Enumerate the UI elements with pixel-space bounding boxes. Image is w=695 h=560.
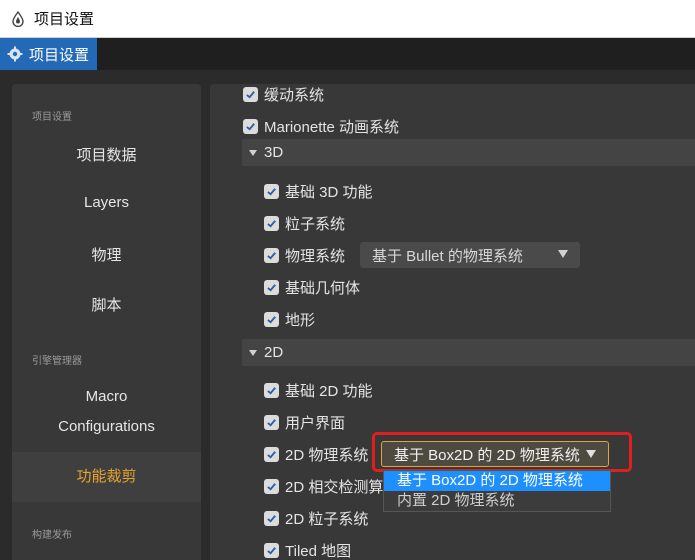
physics-3d-select[interactable]: 基于 Bullet 的物理系统 bbox=[360, 242, 580, 268]
sidebar-section-engine: 引擎管理器 bbox=[32, 356, 82, 367]
group-header-3d[interactable]: 3D bbox=[242, 139, 695, 166]
module-row[interactable]: 粒子系统 bbox=[264, 212, 345, 234]
checkbox-checked[interactable] bbox=[264, 478, 279, 494]
module-label: 2D 粒子系统 bbox=[285, 510, 369, 528]
checkbox-checked[interactable] bbox=[264, 414, 279, 430]
sidebar-item-project-data[interactable]: 项目数据 bbox=[12, 144, 201, 165]
module-label: 基础 3D 功能 bbox=[285, 183, 373, 201]
module-label: 粒子系统 bbox=[285, 215, 346, 233]
module-row[interactable]: 缓动系统 bbox=[243, 83, 324, 105]
checkbox-checked[interactable] bbox=[243, 86, 258, 102]
module-row[interactable]: Marionette 动画系统 bbox=[243, 115, 399, 137]
group-label: 2D bbox=[264, 344, 284, 361]
select-value: 基于 Bullet 的物理系统 bbox=[372, 247, 523, 265]
module-row[interactable]: 2D 相交检测算 bbox=[264, 475, 383, 497]
checkmark-icon bbox=[267, 418, 276, 427]
gear-icon bbox=[7, 46, 23, 62]
caret-down-icon bbox=[249, 349, 257, 356]
module-label: 地形 bbox=[285, 311, 316, 329]
dropdown-option[interactable]: 基于 Box2D 的 2D 物理系统 bbox=[384, 471, 610, 491]
dropdown-arrow-icon bbox=[586, 450, 596, 458]
checkbox-checked[interactable] bbox=[264, 183, 279, 199]
checkmark-icon bbox=[267, 482, 276, 491]
window-title: 项目设置 bbox=[34, 11, 95, 28]
module-label: 用户界面 bbox=[285, 414, 346, 432]
checkmark-icon bbox=[267, 219, 276, 228]
module-row[interactable]: 物理系统 bbox=[264, 244, 345, 266]
checkmark-icon bbox=[267, 251, 276, 260]
module-row[interactable]: 地形 bbox=[264, 308, 315, 330]
dropdown-option[interactable]: 内置 2D 物理系统 bbox=[384, 491, 610, 511]
checkmark-icon bbox=[267, 450, 276, 459]
tab-label: 项目设置 bbox=[29, 46, 90, 64]
sidebar-section-project: 项目设置 bbox=[32, 112, 72, 123]
module-row[interactable]: 2D 物理系统 bbox=[264, 443, 368, 465]
module-label: Marionette 动画系统 bbox=[264, 118, 400, 136]
tab-project-settings[interactable]: 项目设置 bbox=[0, 38, 97, 70]
group-header-2d[interactable]: 2D bbox=[242, 339, 695, 366]
physics-2d-select[interactable]: 基于 Box2D 的 2D 物理系统 bbox=[381, 441, 609, 467]
sidebar-item-layers[interactable]: Layers bbox=[12, 194, 201, 211]
module-row[interactable]: 2D 粒子系统 bbox=[264, 507, 368, 529]
checkbox-checked[interactable] bbox=[264, 510, 279, 526]
sidebar-item-label-line2: Configurations bbox=[58, 418, 155, 435]
group-label: 3D bbox=[264, 144, 284, 161]
module-label: 2D 相交检测算 bbox=[285, 478, 384, 496]
checkbox-checked[interactable] bbox=[264, 215, 279, 231]
checkbox-checked[interactable] bbox=[264, 382, 279, 398]
physics-2d-dropdown-menu: 基于 Box2D 的 2D 物理系统 内置 2D 物理系统 bbox=[383, 470, 611, 512]
caret-down-icon bbox=[249, 149, 257, 156]
checkmark-icon bbox=[267, 315, 276, 324]
module-label: 物理系统 bbox=[285, 247, 346, 265]
checkbox-checked[interactable] bbox=[264, 542, 279, 558]
checkmark-icon bbox=[267, 546, 276, 555]
checkmark-icon bbox=[267, 187, 276, 196]
module-row[interactable]: 用户界面 bbox=[264, 411, 345, 433]
module-row[interactable]: Tiled 地图 bbox=[264, 539, 351, 560]
module-label: 基础几何体 bbox=[285, 279, 361, 297]
module-row[interactable]: 基础 3D 功能 bbox=[264, 180, 373, 202]
tab-strip: 项目设置 bbox=[0, 38, 695, 70]
module-row[interactable]: 基础几何体 bbox=[264, 276, 360, 298]
sidebar-section-build: 构建发布 bbox=[32, 530, 72, 541]
window-titlebar: 项目设置 bbox=[0, 0, 695, 38]
checkmark-icon bbox=[246, 122, 255, 131]
module-row[interactable]: 基础 2D 功能 bbox=[264, 379, 373, 401]
sidebar-item-feature-cropping[interactable]: 功能裁剪 bbox=[12, 452, 201, 502]
sidebar-item-label: Macro bbox=[85, 388, 128, 405]
sidebar-item-physics[interactable]: 物理 bbox=[12, 244, 201, 265]
checkbox-checked[interactable] bbox=[264, 311, 279, 327]
dropdown-arrow-icon bbox=[558, 250, 568, 258]
sidebar-item-scripts[interactable]: 脚本 bbox=[12, 294, 201, 315]
checkmark-icon bbox=[267, 514, 276, 523]
checkbox-checked[interactable] bbox=[264, 279, 279, 295]
sidebar-item-macro-configurations[interactable]: Macro Configurations bbox=[12, 382, 201, 442]
checkmark-icon bbox=[246, 90, 255, 99]
module-label: 缓动系统 bbox=[264, 86, 325, 104]
checkmark-icon bbox=[267, 386, 276, 395]
module-label: 基础 2D 功能 bbox=[285, 382, 373, 400]
app-logo-icon bbox=[12, 10, 24, 27]
checkbox-checked[interactable] bbox=[264, 446, 279, 462]
module-label: Tiled 地图 bbox=[285, 542, 352, 560]
module-label: 2D 物理系统 bbox=[285, 446, 369, 464]
checkbox-checked[interactable] bbox=[243, 118, 258, 134]
checkmark-icon bbox=[267, 283, 276, 292]
settings-sidebar: 项目设置 项目数据 Layers 物理 脚本 引擎管理器 Macro Confi… bbox=[12, 84, 201, 560]
select-value: 基于 Box2D 的 2D 物理系统 bbox=[394, 446, 580, 464]
checkbox-checked[interactable] bbox=[264, 247, 279, 263]
